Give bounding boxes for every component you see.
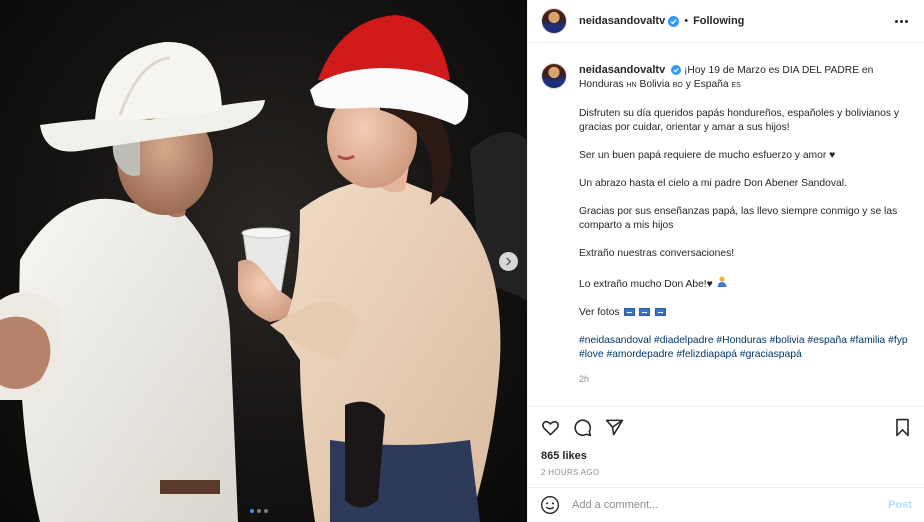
person-emoji-icon [717,276,727,287]
verified-badge-icon [671,65,682,76]
caption-paragraph-7: Lo extraño mucho Don Abe!♥ [579,279,713,290]
instagram-post-modal: neidasandovaltv • Following neidasandova… [0,0,924,522]
caption-bolivia: Bolivia [636,79,673,90]
caption-avatar[interactable] [541,63,567,89]
following-button[interactable]: Following [693,15,744,27]
verified-badge-icon [668,15,680,27]
post-date[interactable]: 2 HOURS AGO [528,465,924,487]
caption-paragraph-4: Un abrazo hasta el cielo a mi padre Don … [579,178,847,189]
caption-username[interactable]: neidasandovaltv [579,64,665,76]
caption-paragraph-6: Extraño nuestras conversaciones! [579,248,735,259]
caption-hashtags[interactable]: #neidasandoval #diadelpadre #Honduras #b… [579,334,912,362]
photo-scene [0,15,527,522]
chevron-right-icon [506,257,512,266]
carousel-dot-1 [250,509,254,513]
likes-count[interactable]: 865 likes [528,447,924,465]
caption-paragraph-5: Gracias por sus enseñanzas papá, las lle… [579,206,898,231]
arrow-left-emoji-icon [655,308,667,316]
comment-input[interactable] [572,499,889,511]
post-header: neidasandovaltv • Following [528,0,924,43]
caption-time[interactable]: 2h [579,372,912,386]
carousel-dot-2 [257,509,261,513]
comment-bar: Post [528,487,924,522]
flag-es: ES [731,82,741,89]
caption-paragraph-8: Ver fotos [579,307,620,318]
flag-bo: BO [672,82,683,89]
carousel-dot-3 [264,509,268,513]
separator-bullet: • [684,15,689,27]
caption-espana: y España [682,79,732,90]
post-photo[interactable] [0,0,527,522]
caption-section: neidasandovaltv ¡Hoy 19 de Marzo es DIA … [528,43,924,406]
bookmark-icon[interactable] [892,417,912,437]
arrow-left-emoji-icon [639,308,651,316]
heart-icon[interactable] [540,417,560,437]
arrow-left-emoji-icon [623,308,635,316]
caption-paragraph-3: Ser un buen papá requiere de mucho esfue… [579,150,836,161]
avatar[interactable] [541,8,567,34]
next-photo-button[interactable] [499,252,518,271]
caption-paragraph-2: Disfruten su día queridos papás hondureñ… [579,108,899,133]
post-comment-button[interactable]: Post [888,499,912,511]
caption-text: neidasandovaltv ¡Hoy 19 de Marzo es DIA … [579,63,912,386]
action-bar [528,406,924,447]
comment-icon[interactable] [572,417,592,437]
share-icon[interactable] [604,417,624,437]
flag-hn: HN [626,82,637,89]
emoji-icon[interactable] [540,495,560,515]
username-link[interactable]: neidasandovaltv [579,15,665,27]
carousel-indicator [250,509,268,513]
more-options-icon[interactable] [891,16,912,27]
post-side-panel: neidasandovaltv • Following neidasandova… [527,0,924,522]
